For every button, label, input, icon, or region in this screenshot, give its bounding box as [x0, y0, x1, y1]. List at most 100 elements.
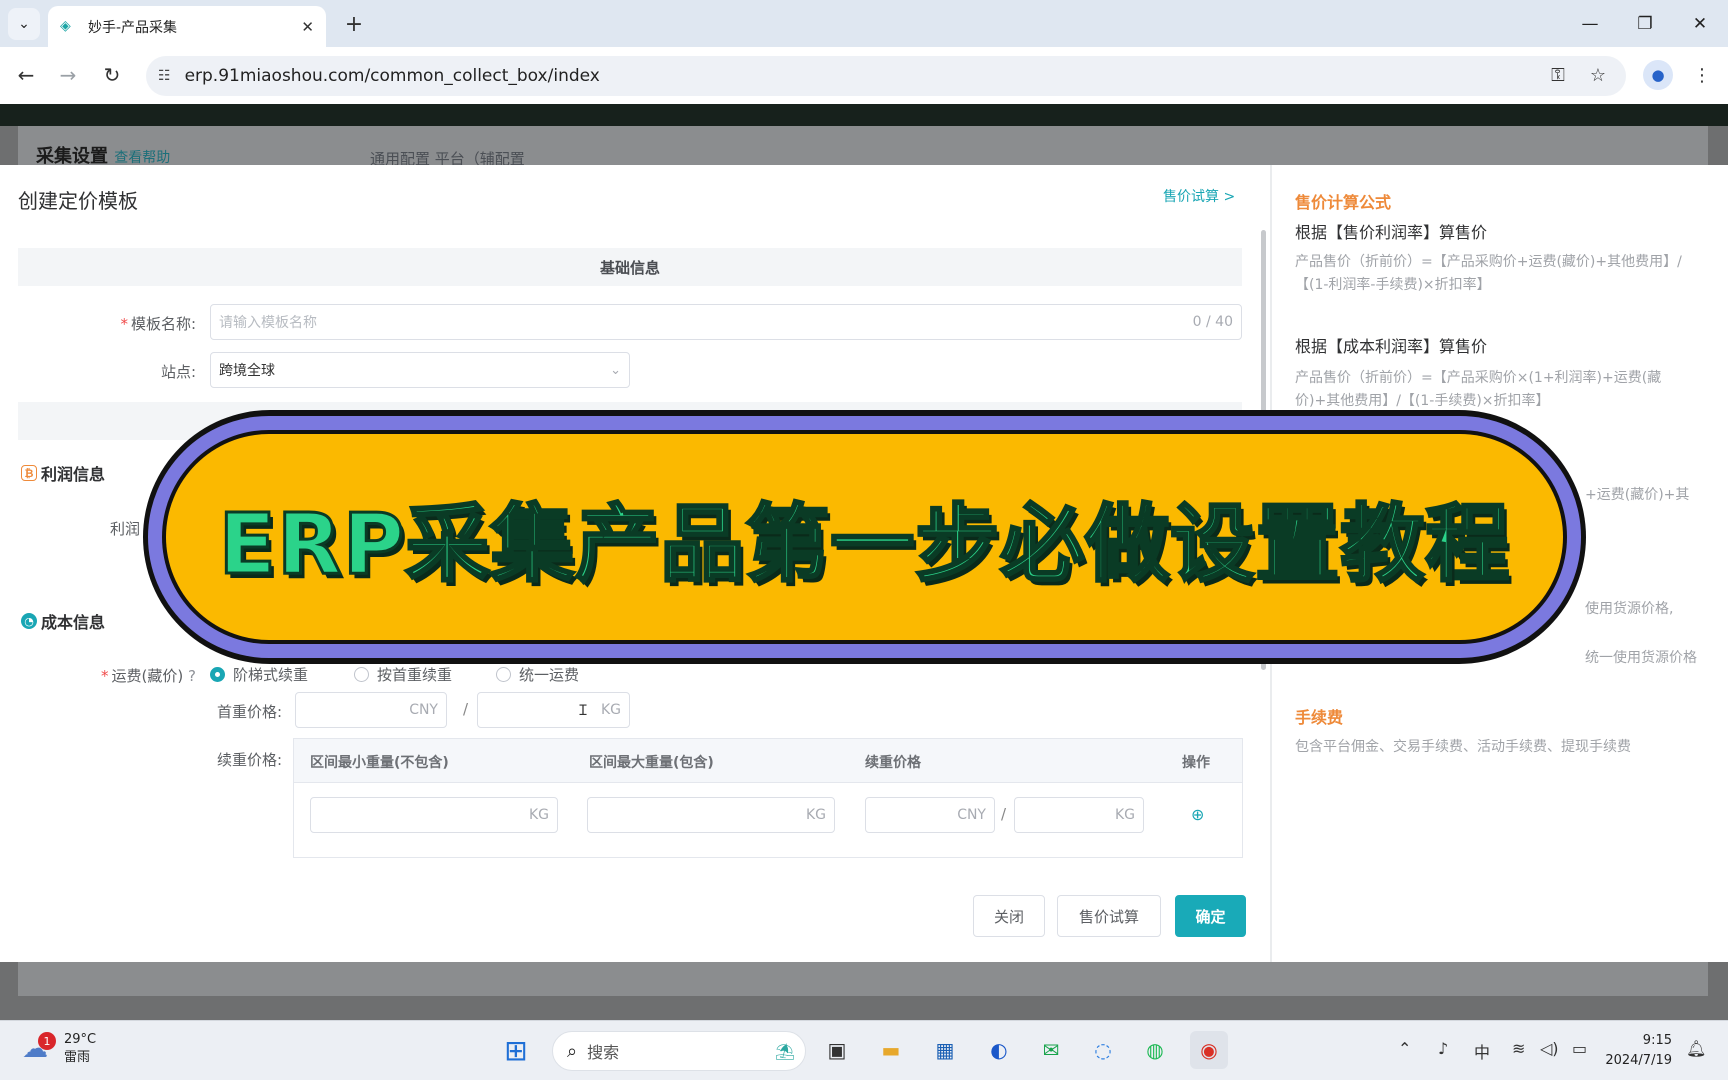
text-cursor-icon: Ｉ [576, 703, 590, 719]
fee-text: 包含平台佣金、交易手续费、活动手续费、提现手续费 [1295, 739, 1631, 755]
formula-text-cost-margin: 产品售价（折前价）=【产品采购价×(1+利润率)+运费(藏价)+其他费用】/【(… [1295, 370, 1662, 409]
formula-text-fragment-2: 使用货源价格, [1585, 601, 1674, 617]
weight-tier-table: 区间最小重量(不包含) 区间最大重量(包含) 续重价格 操作 KG KG CNY… [293, 738, 1243, 858]
radio-checked-icon [210, 667, 225, 682]
system-clock[interactable]: 9:15 2024/7/19 [1600, 1031, 1672, 1071]
new-tab-button[interactable]: + [340, 10, 368, 38]
windows-start-icon[interactable]: ⊞ [497, 1031, 535, 1069]
weather-widget[interactable]: ☁ 1 29°C 雷雨 [22, 1031, 96, 1067]
clock-date: 2024/7/19 [1605, 1053, 1672, 1068]
site-select-value: 跨境全球 [219, 363, 275, 379]
search-highlight-icon: ⛱ [774, 1041, 795, 1061]
chevron-down-icon: ⌄ [610, 362, 621, 378]
file-explorer-icon[interactable]: ▬ [872, 1031, 910, 1069]
price-calc-link[interactable]: 售价试算 > [1163, 186, 1235, 206]
restore-button[interactable]: ❐ [1625, 8, 1665, 40]
password-key-icon[interactable]: ⚿ [1543, 60, 1573, 90]
bookmark-star-icon[interactable]: ☆ [1583, 60, 1613, 90]
browser-toolbar: ← → ↻ ☷ erp.91miaoshou.com/common_collec… [0, 47, 1728, 104]
browser-tabstrip: ⌄ ◈ 妙手-产品采集 ✕ + — ❐ ✕ [0, 0, 1728, 47]
back-button[interactable]: ← [10, 59, 42, 91]
title-banner: ERP采集产品第一步必做设置教程 [166, 434, 1563, 640]
max-weight-input[interactable]: KG [587, 797, 835, 833]
chevron-down-icon: ⌄ [18, 16, 30, 32]
app-icon-blue[interactable]: ◐ [980, 1031, 1018, 1069]
freight-option-flat[interactable]: 统一运费 [496, 664, 579, 685]
address-bar[interactable]: ☷ erp.91miaoshou.com/common_collect_box/… [146, 56, 1626, 96]
banner-title-text: ERP采集产品第一步必做设置教程 [217, 493, 1511, 594]
wechat-icon[interactable]: ◍ [1136, 1031, 1174, 1069]
microphone-icon[interactable]: ♪ [1438, 1039, 1448, 1058]
continued-weight-price-label: 续重价格: [216, 751, 282, 769]
slash-separator: / [462, 700, 468, 718]
reload-button[interactable]: ↻ [96, 59, 128, 91]
profit-section-title: ₿ 利润信息 [21, 461, 105, 485]
col-max-weight: 区间最大重量(包含) [589, 755, 714, 771]
first-weight-input[interactable]: Ｉ KG [477, 692, 630, 728]
browser-menu-icon[interactable]: ⋮ [1687, 60, 1717, 90]
first-weight-price-label: 首重价格: [216, 703, 282, 721]
freight-option-tiered[interactable]: 阶梯式续重 [210, 664, 308, 685]
url-text: erp.91miaoshou.com/common_collect_box/in… [184, 66, 600, 86]
weight-suffix: KG [1114, 807, 1135, 823]
col-continued-price: 续重价格 [865, 755, 921, 771]
cost-icon: ◔ [21, 613, 37, 629]
continued-price-input[interactable]: CNY [865, 797, 995, 833]
continued-weight-input[interactable]: KG [1014, 797, 1144, 833]
template-name-input[interactable]: 请输入模板名称 0 / 40 [210, 304, 1242, 340]
template-name-counter: 0 / 40 [1192, 314, 1233, 330]
chrome-icon[interactable]: ◉ [1190, 1031, 1228, 1069]
notification-bell-icon[interactable]: 🔔︎ [1686, 1039, 1706, 1058]
cost-section-title: ◔ 成本信息 [21, 609, 105, 633]
modal-title: 创建定价模板 [18, 189, 138, 213]
microsoft-store-icon[interactable]: ▦ [926, 1031, 964, 1069]
slash-separator: / [1001, 805, 1007, 823]
minimize-button[interactable]: — [1570, 8, 1610, 40]
formula-heading: 售价计算公式 [1295, 193, 1392, 212]
weight-suffix: KG [528, 807, 549, 823]
windows-taskbar: ☁ 1 29°C 雷雨 ⊞ ⌕ 搜索 ⛱ ▣ ▬ ▦ ◐ ✉ ◌ ◍ ◉ ⌃ ♪ 中… [0, 1020, 1728, 1080]
weight-suffix: KG [600, 702, 621, 718]
template-name-label: * 模板名称: [120, 315, 196, 333]
forward-button[interactable]: → [52, 59, 84, 91]
volume-icon[interactable]: ◁) [1540, 1039, 1559, 1058]
profit-icon: ₿ [21, 465, 37, 481]
tab-search-menu-button[interactable]: ⌄ [8, 8, 40, 40]
table-header: 区间最小重量(不包含) 区间最大重量(包含) 续重价格 操作 [294, 739, 1242, 783]
close-window-button[interactable]: ✕ [1680, 8, 1720, 40]
freight-option-first-weight[interactable]: 按首重续重 [354, 664, 452, 685]
price-calc-button[interactable]: 售价试算 [1057, 895, 1161, 937]
tab-title: 妙手-产品采集 [88, 19, 178, 36]
col-min-weight: 区间最小重量(不包含) [310, 755, 449, 771]
confirm-button[interactable]: 确定 [1175, 895, 1246, 937]
weight-suffix: KG [805, 807, 826, 823]
chat-app-icon[interactable]: ◌ [1084, 1031, 1122, 1069]
site-select[interactable]: 跨境全球 ⌄ [210, 352, 630, 388]
wifi-icon[interactable]: ≋ [1512, 1039, 1525, 1058]
mail-app-icon[interactable]: ✉ [1032, 1031, 1070, 1069]
add-row-icon[interactable]: ⊕ [1191, 805, 1204, 824]
first-weight-price-input[interactable]: CNY [295, 692, 447, 728]
formula-text-fragment-3: 统一使用货源价格 [1585, 650, 1697, 666]
freight-label: * 运费(藏价) ? [101, 667, 196, 685]
close-button[interactable]: 关闭 [973, 895, 1045, 937]
site-label: 站点: [160, 363, 196, 381]
app-header-bar [0, 104, 1728, 126]
col-actions: 操作 [1182, 755, 1210, 771]
radio-unchecked-icon [354, 667, 369, 682]
weather-temperature: 29°C [64, 1032, 97, 1047]
tab-close-icon[interactable]: ✕ [301, 18, 314, 36]
min-weight-input[interactable]: KG [310, 797, 558, 833]
battery-icon[interactable]: ▭ [1572, 1039, 1587, 1058]
site-info-icon[interactable]: ☷ [158, 68, 171, 84]
fee-heading: 手续费 [1295, 708, 1344, 727]
ime-indicator[interactable]: 中 [1474, 1039, 1490, 1063]
browser-tab-active[interactable]: ◈ 妙手-产品采集 ✕ [48, 6, 326, 47]
tray-overflow-icon[interactable]: ⌃ [1398, 1039, 1411, 1058]
weather-badge: 1 [38, 1032, 56, 1050]
taskbar-search[interactable]: ⌕ 搜索 ⛱ [552, 1031, 806, 1071]
task-view-icon[interactable]: ▣ [818, 1031, 856, 1069]
formula-text-fragment-1: +运费(藏价)+其 [1585, 487, 1690, 503]
profile-avatar-icon[interactable]: ● [1643, 60, 1673, 90]
currency-suffix: CNY [957, 807, 986, 823]
